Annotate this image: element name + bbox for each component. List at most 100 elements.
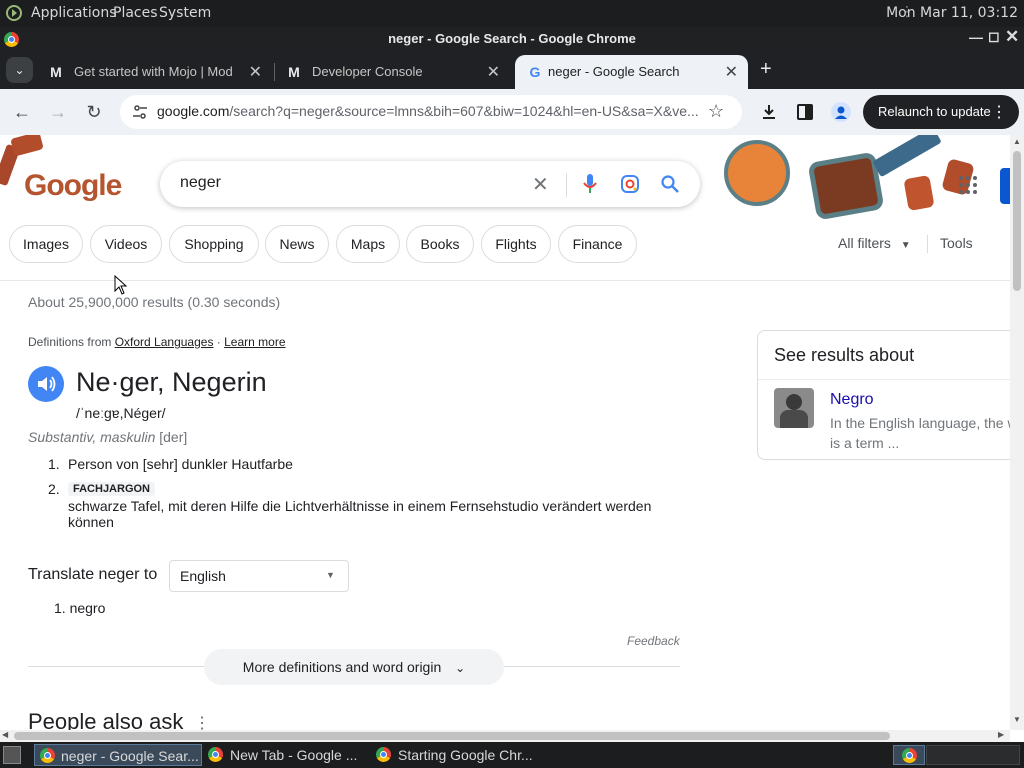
profile-avatar-icon[interactable]: [831, 102, 851, 122]
scroll-right-icon[interactable]: ▶: [998, 730, 1004, 739]
thumbnail-figure: [780, 410, 808, 428]
menu-applications[interactable]: Applications: [31, 5, 117, 21]
kebab-menu-icon[interactable]: ⋮: [194, 713, 210, 730]
address-bar[interactable]: google.com/search?q=neger&source=lmns&bi…: [120, 95, 742, 129]
negro-thumbnail[interactable]: [774, 388, 814, 428]
negro-snippet: In the English language, the w is a term…: [830, 415, 1010, 451]
vertical-scroll-thumb[interactable]: [1013, 151, 1021, 291]
source-separator: ·: [213, 335, 225, 349]
kebab-menu-icon: ⋮: [991, 104, 1007, 121]
filter-chip-shopping[interactable]: Shopping: [169, 225, 259, 263]
more-definitions-button[interactable]: More definitions and word origin ⌄: [204, 649, 504, 685]
window-title: neger - Google Search - Google Chrome: [388, 31, 636, 46]
menu-places[interactable]: Places: [113, 5, 158, 21]
scroll-up-icon[interactable]: ▲: [1013, 137, 1021, 146]
scroll-left-icon[interactable]: ◀: [2, 730, 8, 739]
doodle-latte-decoration[interactable]: [724, 140, 790, 206]
definition-text: Person von [sehr] dunkler Hautfarbe: [68, 456, 293, 472]
tab-search-dropdown[interactable]: ⌄: [6, 57, 33, 83]
close-tab-icon[interactable]: ✕: [249, 62, 262, 82]
filter-chip-books[interactable]: Books: [406, 225, 474, 263]
oxford-languages-link[interactable]: Oxford Languages: [115, 335, 214, 349]
gender-label: [der]: [159, 429, 188, 445]
horizontal-scroll-thumb[interactable]: [14, 732, 890, 740]
tab-developer-console[interactable]: M Developer Console ✕: [274, 55, 510, 89]
back-icon[interactable]: ←: [10, 100, 34, 124]
tools-button[interactable]: Tools: [940, 235, 973, 251]
see-results-about-panel: See results about Negro In the English l…: [757, 330, 1010, 460]
caret-down-icon: ▼: [326, 570, 335, 580]
system-taskbar: neger - Google Sear... New Tab - Google …: [0, 742, 1024, 768]
horizontal-scrollbar[interactable]: ◀ ▶: [0, 730, 1010, 742]
feedback-link[interactable]: Feedback: [627, 634, 680, 648]
forward-icon[interactable]: →: [46, 100, 70, 124]
taskbar-item-starting-chrome[interactable]: Starting Google Chr...: [372, 744, 542, 766]
google-doodle-logo[interactable]: Google: [24, 169, 122, 203]
system-top-panel: Applications Places System ⋮ Mon Mar 11,…: [0, 0, 1024, 27]
maximize-icon[interactable]: ◻: [988, 28, 1000, 45]
close-tab-icon[interactable]: ✕: [725, 62, 738, 82]
google-lens-icon[interactable]: [620, 174, 640, 194]
show-desktop-icon[interactable]: [3, 746, 21, 764]
definition-number: 2.: [48, 481, 60, 497]
tab-label: neger - Google Search: [548, 64, 680, 79]
url-path: /search?q=neger&source=lmns&bih=607&biw=…: [229, 103, 699, 119]
caret-down-icon: ▼: [900, 240, 911, 251]
bookmark-star-icon[interactable]: ☆: [708, 101, 724, 122]
filter-chip-news[interactable]: News: [265, 225, 329, 263]
filter-chip-flights[interactable]: Flights: [481, 225, 551, 263]
header-divider: [0, 280, 1010, 281]
filter-chip-maps[interactable]: Maps: [336, 225, 400, 263]
gnome-foot-icon[interactable]: [5, 4, 23, 22]
tab-google-search[interactable]: G neger - Google Search ✕: [515, 55, 748, 89]
url-text[interactable]: google.com/search?q=neger&source=lmns&bi…: [157, 103, 707, 119]
pos-label: Substantiv, maskulin: [28, 429, 156, 445]
filter-chip-videos[interactable]: Videos: [90, 225, 162, 263]
sign-in-button[interactable]: [1000, 168, 1010, 204]
chrome-icon: [376, 747, 391, 762]
new-tab-icon[interactable]: +: [760, 58, 772, 81]
negro-result-link[interactable]: Negro: [830, 391, 874, 409]
site-info-icon[interactable]: [132, 104, 148, 120]
download-icon[interactable]: [760, 103, 778, 121]
all-filters-button[interactable]: All filters ▼: [838, 235, 911, 251]
translate-language-select[interactable]: English ▼: [169, 560, 349, 592]
search-input[interactable]: neger: [180, 174, 221, 192]
menu-system[interactable]: System: [159, 5, 211, 21]
relaunch-to-update-button[interactable]: Relaunch to update ⋮: [863, 95, 1019, 129]
clear-search-icon[interactable]: ✕: [532, 172, 549, 197]
dictionary-headword: Ne·ger, Negerin: [76, 367, 267, 397]
voice-search-icon[interactable]: [582, 173, 598, 195]
close-tab-icon[interactable]: ✕: [487, 62, 500, 82]
taskbar-item-google-search[interactable]: neger - Google Sear...: [34, 744, 202, 766]
chrome-icon: [40, 748, 55, 763]
workspace-switcher[interactable]: [893, 745, 925, 765]
tab-strip: ⌄ M Get started with Mojo | Mod ✕ M Deve…: [0, 51, 1024, 89]
close-window-icon[interactable]: ✕: [1005, 27, 1019, 47]
mouse-pointer-icon: [114, 275, 128, 295]
search-box[interactable]: neger ✕: [160, 161, 700, 207]
doodle-decoration: [10, 135, 44, 157]
part-of-speech: Substantiv, maskulin [der]: [28, 429, 187, 445]
learn-more-link[interactable]: Learn more: [224, 335, 285, 349]
filter-chip-images[interactable]: Images: [9, 225, 83, 263]
workspace-empty[interactable]: [926, 745, 1020, 765]
tab-mojo[interactable]: M Get started with Mojo | Mod ✕: [36, 55, 272, 89]
vertical-scrollbar[interactable]: ▲ ▼: [1010, 135, 1024, 730]
minimize-icon[interactable]: —: [969, 29, 983, 45]
see-results-header: See results about: [774, 345, 915, 365]
pronunciation-speaker-icon[interactable]: [28, 366, 64, 402]
side-panel-icon[interactable]: [796, 103, 814, 121]
search-results-page: Google neger ✕ Images Videos Shopping Ne…: [0, 135, 1010, 730]
google-apps-grid-icon[interactable]: [958, 175, 978, 195]
taskbar-item-new-tab[interactable]: New Tab - Google ...: [204, 744, 370, 766]
scroll-down-icon[interactable]: ▼: [1013, 715, 1021, 724]
google-favicon-icon: G: [529, 64, 541, 80]
window-titlebar[interactable]: neger - Google Search - Google Chrome — …: [0, 27, 1024, 51]
panel-clock[interactable]: Mon Mar 11, 03:12: [886, 5, 1018, 21]
result-stats: About 25,900,000 results (0.30 seconds): [28, 294, 281, 310]
filter-chip-finance[interactable]: Finance: [558, 225, 637, 263]
search-submit-icon[interactable]: [660, 174, 680, 194]
reload-icon[interactable]: ↻: [82, 100, 106, 124]
chrome-icon: [902, 748, 917, 763]
